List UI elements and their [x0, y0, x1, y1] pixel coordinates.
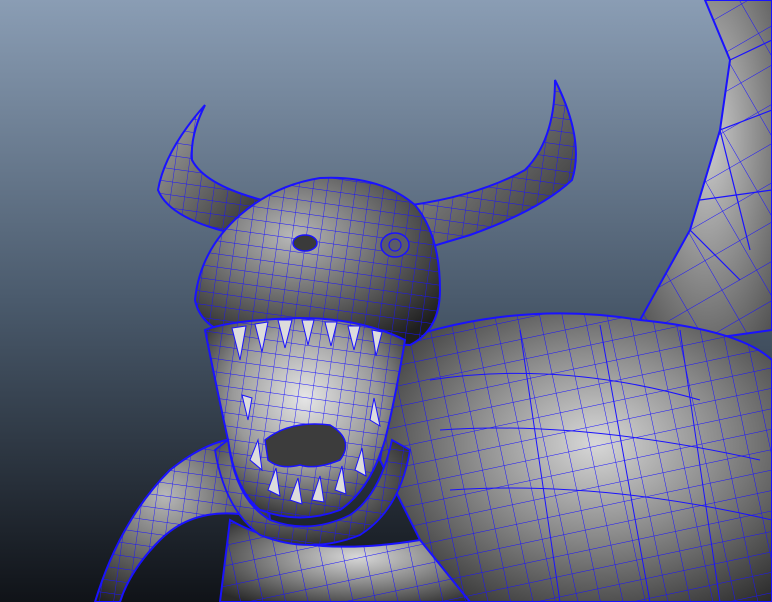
dragon-body[interactable]	[378, 312, 772, 602]
3d-viewport[interactable]	[0, 0, 772, 602]
viewport-canvas[interactable]	[0, 0, 772, 602]
left-eye	[292, 234, 318, 252]
right-eye	[380, 232, 410, 258]
